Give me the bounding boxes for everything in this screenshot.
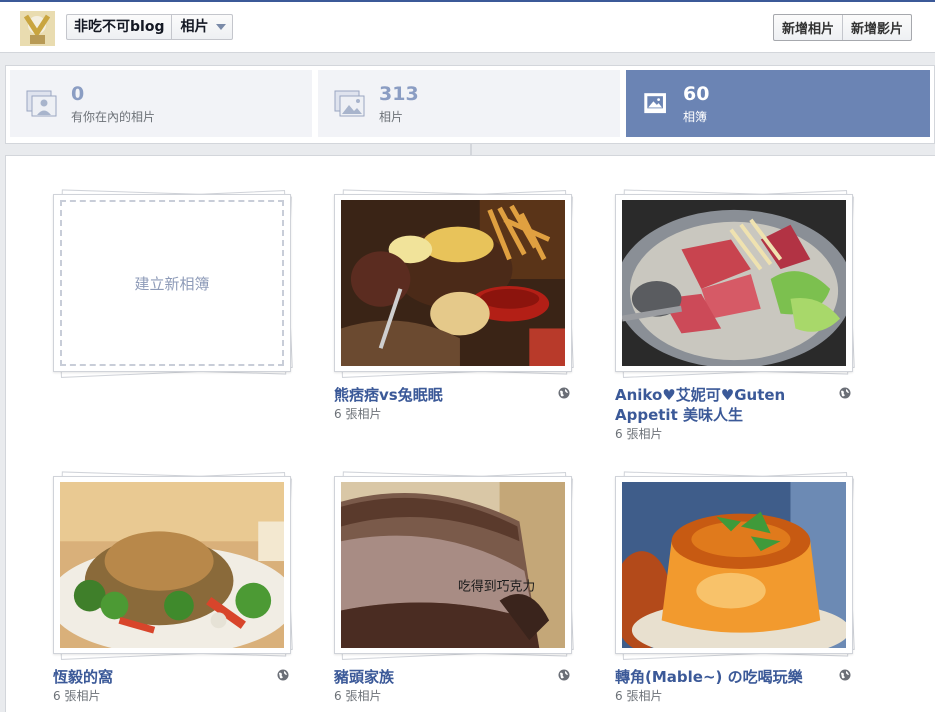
globe-icon[interactable]: [839, 669, 851, 681]
tagged-photos-count: 0: [71, 82, 85, 105]
page-header: 非吃不可blog 相片 新增相片 新增影片: [0, 2, 935, 53]
album-card: 熊痞痞vs兔眠眠 6 張相片: [334, 189, 574, 422]
album-cover-image[interactable]: [341, 200, 565, 366]
add-photos-button[interactable]: 新增相片: [774, 15, 842, 40]
header-actions: 新增相片 新增影片: [772, 14, 912, 41]
breadcrumb: 非吃不可blog 相片: [66, 14, 234, 40]
album-title[interactable]: 轉角(Mable~) の吃喝玩樂: [615, 667, 835, 687]
tagged-photos-icon: [26, 90, 57, 116]
globe-icon[interactable]: [839, 387, 851, 399]
photos-count: 313: [379, 82, 419, 105]
album-cover-image[interactable]: 吃得到巧克力: [341, 482, 565, 648]
album-card: 恆毅的窩 6 張相片: [53, 471, 293, 704]
album-cover-image[interactable]: [622, 200, 846, 366]
albums-label: 相簿: [683, 109, 708, 124]
globe-icon[interactable]: [558, 387, 570, 399]
globe-icon[interactable]: [558, 669, 570, 681]
album-title[interactable]: Aniko♥艾妮可♥Guten Appetit 美味人生: [615, 385, 835, 425]
album-card: 轉角(Mable~) の吃喝玩樂 6 張相片: [615, 471, 855, 704]
page-avatar[interactable]: [20, 11, 55, 46]
section-dropdown[interactable]: 相片: [172, 15, 232, 39]
chevron-down-icon: [216, 24, 227, 30]
album-title[interactable]: 豬頭家族: [334, 667, 554, 687]
cover-watermark: 吃得到巧克力: [458, 579, 535, 595]
photo-stats-bar: 0 有你在內的相片 313 相片 60 相簿: [5, 65, 935, 144]
album-cover-image[interactable]: [60, 482, 284, 648]
album-cover-image[interactable]: [622, 482, 846, 648]
album-card: Aniko♥艾妮可♥Guten Appetit 美味人生 6 張相片: [615, 189, 855, 442]
album-title[interactable]: 熊痞痞vs兔眠眠: [334, 385, 554, 405]
breadcrumb-page-name[interactable]: 非吃不可blog: [67, 15, 173, 39]
album-photo-count: 6 張相片: [334, 407, 382, 421]
tagged-photos-label: 有你在內的相片: [71, 109, 156, 124]
album-photo-count: 6 張相片: [334, 689, 382, 703]
create-album-button[interactable]: 建立新相簿: [60, 200, 284, 366]
album-card: 吃得到巧克力 豬頭家族 6 張相片: [334, 471, 574, 704]
tab-tagged-photos[interactable]: 0 有你在內的相片: [10, 70, 312, 137]
albums-icon: [644, 92, 666, 113]
create-album-card: 建立新相簿: [53, 189, 293, 378]
photos-label: 相片: [379, 109, 404, 124]
album-photo-count: 6 張相片: [615, 689, 663, 703]
section-label: 相片: [180, 19, 209, 35]
photos-icon: [334, 90, 365, 116]
album-title[interactable]: 恆毅的窩: [53, 667, 273, 687]
album-grid: 建立新相簿 熊痞痞vs兔眠眠 6 張相片 Aniko♥艾妮可♥Guten App…: [5, 155, 935, 712]
globe-icon[interactable]: [277, 669, 289, 681]
albums-count: 60: [683, 82, 710, 105]
tab-albums[interactable]: 60 相簿: [626, 70, 930, 137]
album-photo-count: 6 張相片: [615, 427, 663, 441]
add-videos-button[interactable]: 新增影片: [841, 15, 911, 40]
tab-photos[interactable]: 313 相片: [318, 70, 620, 137]
album-photo-count: 6 張相片: [53, 689, 101, 703]
